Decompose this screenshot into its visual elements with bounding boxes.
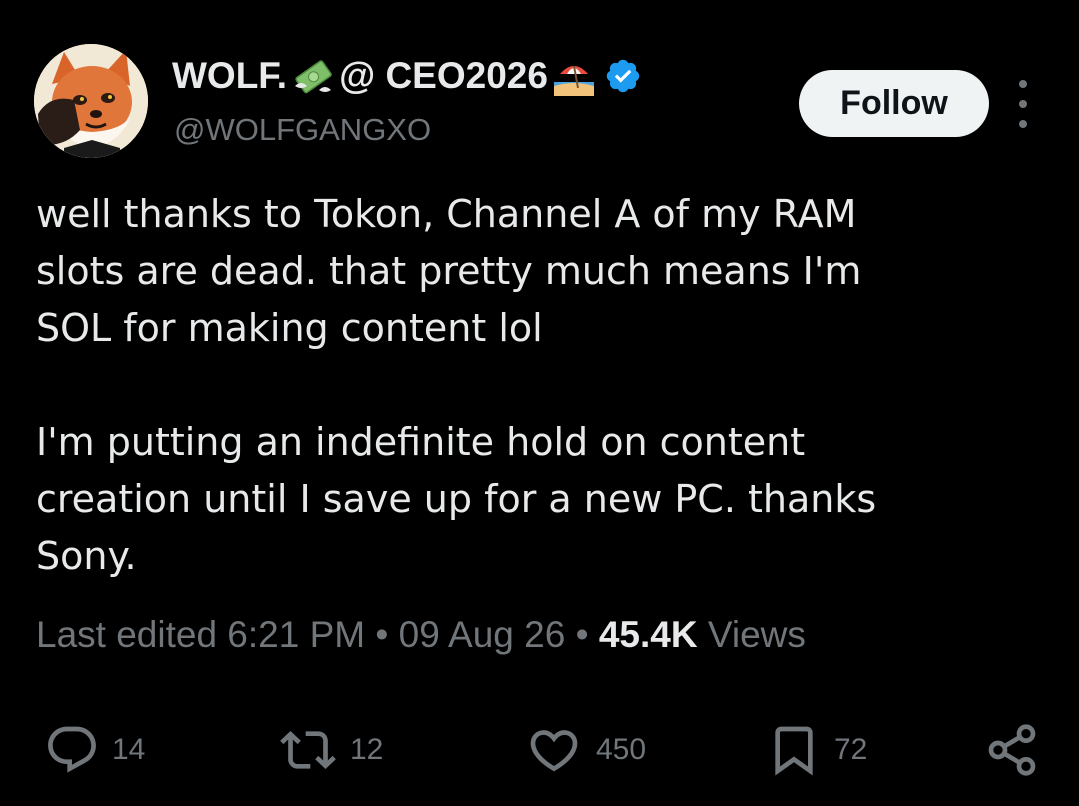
tweet-line: I'm putting an indefinite hold on conten… <box>36 420 806 464</box>
reply-icon <box>48 726 96 773</box>
verified-badge-icon[interactable] <box>604 57 642 95</box>
share-button[interactable] <box>984 722 1040 778</box>
views-count: 45.4K <box>598 614 698 655</box>
edited-timestamp[interactable]: Last edited 6:21 PM <box>36 614 365 655</box>
tweet: WOLF. @ CEO2026 @WOLFGANGXO Follow well … <box>0 0 1079 806</box>
meta-separator: • <box>575 614 589 655</box>
meta-separator: • <box>375 614 389 655</box>
heart-icon <box>530 730 578 772</box>
dot <box>1019 80 1027 88</box>
bookmark-count: 72 <box>834 733 868 766</box>
share-icon <box>988 724 1036 776</box>
author-handle[interactable]: @WOLFGANGXO <box>174 112 431 148</box>
more-options-icon[interactable] <box>1008 80 1038 128</box>
tweet-line: SOL for making content lol <box>36 306 543 350</box>
follow-button[interactable]: Follow <box>799 70 989 137</box>
views-label: Views <box>707 614 806 655</box>
like-count: 450 <box>596 733 647 766</box>
author-name-row[interactable]: WOLF. @ CEO2026 <box>172 50 642 102</box>
tweet-line: well thanks to Tokon, Channel A of my RA… <box>36 192 857 236</box>
tweet-date[interactable]: 09 Aug 26 <box>399 614 566 655</box>
repost-button[interactable]: 12 <box>278 722 383 778</box>
repost-count: 12 <box>350 733 384 766</box>
reply-button[interactable]: 14 <box>44 722 145 778</box>
bookmark-icon <box>775 726 813 776</box>
bookmark-button[interactable]: 72 <box>766 722 867 778</box>
dot <box>1019 100 1027 108</box>
money-with-wings-icon <box>293 56 333 96</box>
display-name-part2[interactable]: @ CEO2026 <box>339 55 548 97</box>
avatar[interactable] <box>34 44 148 158</box>
tweet-line: slots are dead. that pretty much means I… <box>36 249 862 293</box>
like-button[interactable]: 450 <box>524 722 646 778</box>
tweet-text: well thanks to Tokon, Channel A of my RA… <box>36 186 1036 585</box>
beach-umbrella-icon <box>553 56 594 96</box>
reply-count: 14 <box>112 733 146 766</box>
tweet-meta: Last edited 6:21 PM • 09 Aug 26 • 45.4K … <box>36 614 806 656</box>
display-name-part1[interactable]: WOLF. <box>172 55 287 97</box>
tweet-line: creation until I save up for a new PC. t… <box>36 477 877 521</box>
tweet-line: Sony. <box>36 534 137 578</box>
avatar-image <box>34 44 148 158</box>
dot <box>1019 120 1027 128</box>
repost-icon <box>280 731 336 769</box>
